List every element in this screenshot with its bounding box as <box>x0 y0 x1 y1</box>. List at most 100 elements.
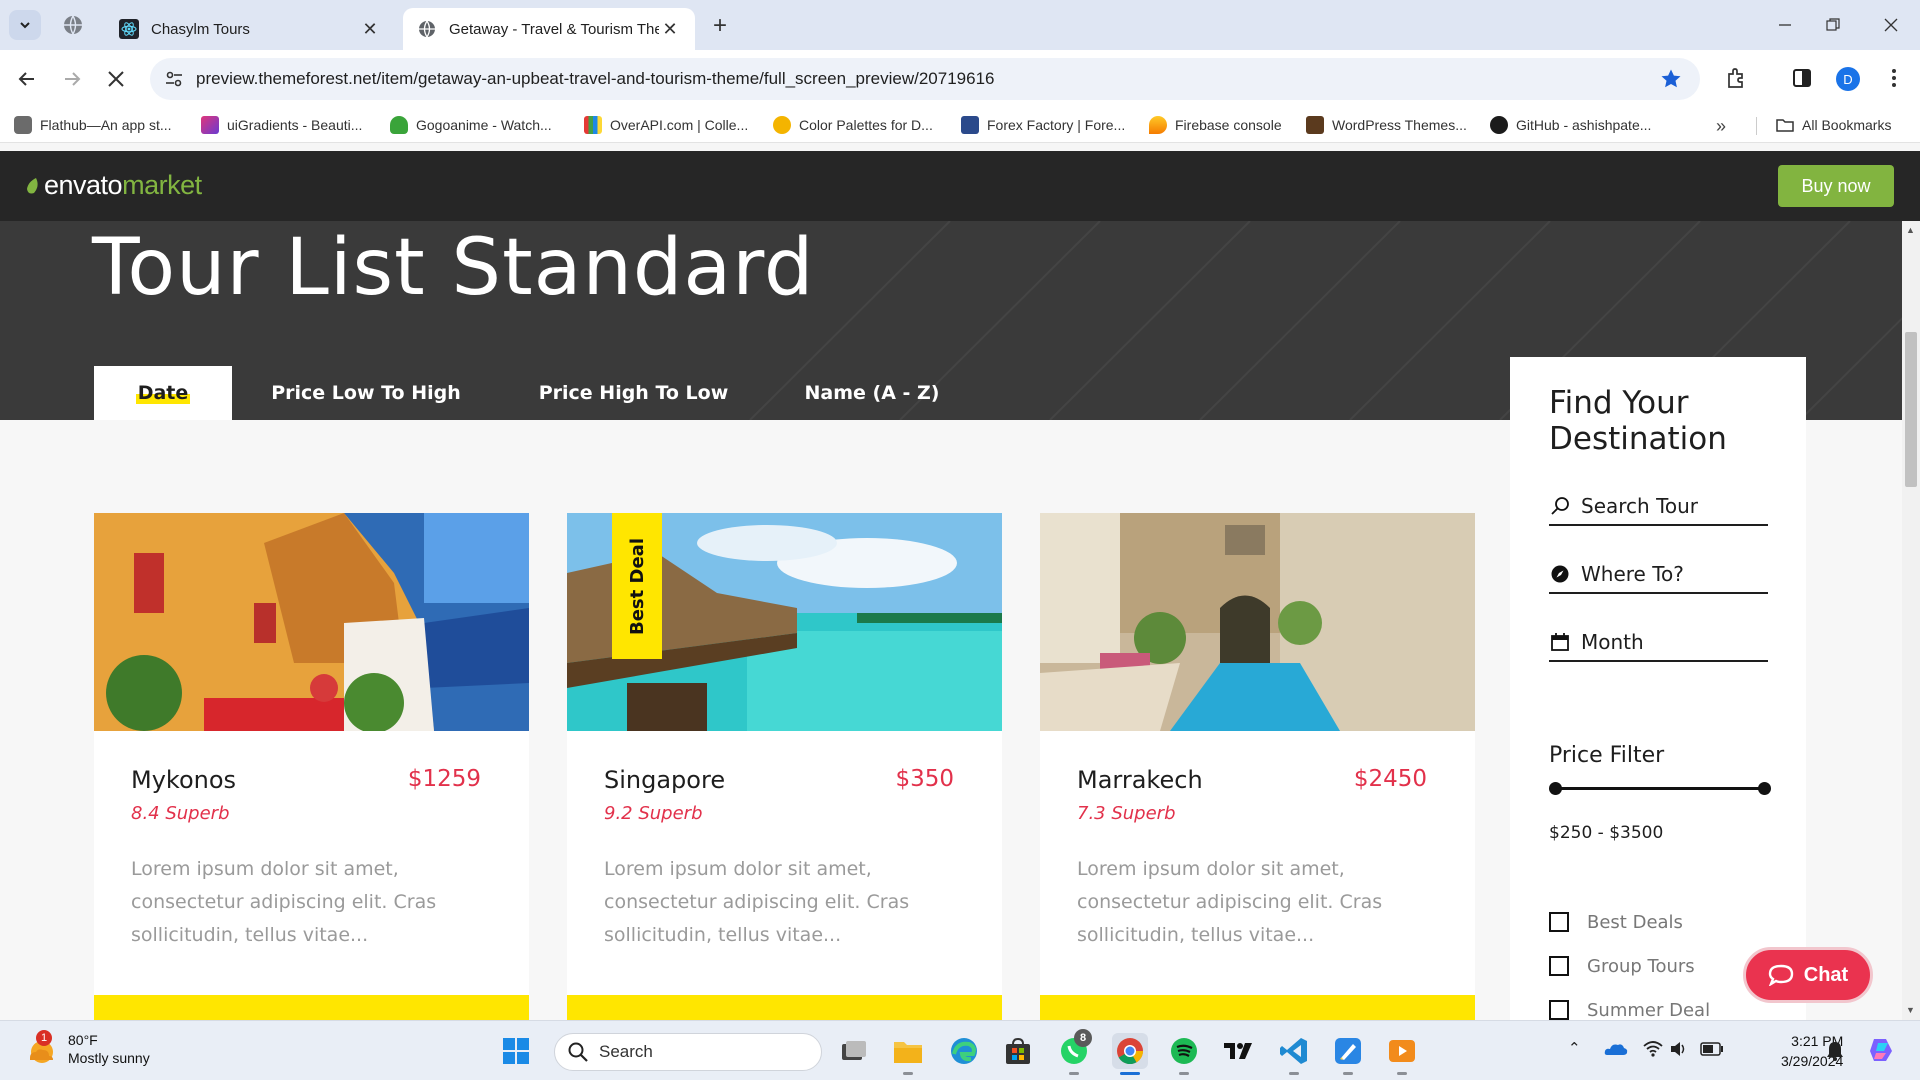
spotify-app[interactable] <box>1168 1035 1200 1067</box>
calendar-icon <box>1549 631 1571 653</box>
arrow-right-icon <box>65 72 81 86</box>
windows-start-button[interactable] <box>500 1035 532 1067</box>
weather-sun-icon: 1 <box>24 1030 58 1066</box>
tour-image-mykonos[interactable] <box>94 513 529 731</box>
bookmark-uigradients[interactable]: uiGradients - Beauti... <box>201 114 362 136</box>
bookmark-overapi[interactable]: OverAPI.com | Colle... <box>584 114 748 136</box>
tour-name[interactable]: Marrakech <box>1077 766 1203 794</box>
tour-card[interactable]: Mykonos $1259 8.4 Superb Lorem ipsum dol… <box>94 513 529 1020</box>
site-settings-icon[interactable] <box>162 67 186 91</box>
tab-title: Chasylm Tours <box>151 20 250 38</box>
tour-card-footer[interactable] <box>1040 995 1475 1020</box>
tour-card-footer[interactable] <box>94 995 529 1020</box>
chat-button[interactable]: Chat <box>1743 947 1873 1003</box>
tour-name[interactable]: Singapore <box>604 766 725 794</box>
tour-card[interactable]: Best Deal Singapore $350 9.2 Superb Lore… <box>567 513 1002 1020</box>
paint-app[interactable] <box>1332 1035 1364 1067</box>
month-input[interactable]: Month <box>1549 624 1768 662</box>
tab-sort-date[interactable]: Date <box>94 366 232 420</box>
scroll-up-arrow-icon[interactable]: ▲ <box>1906 225 1915 235</box>
page-scrollbar[interactable]: ▲ ▼ <box>1902 221 1920 1020</box>
restore-button[interactable] <box>1808 10 1858 40</box>
media-player-icon <box>1389 1040 1415 1062</box>
filter-group-tours[interactable]: Group Tours <box>1549 954 1695 978</box>
slider-min-handle[interactable] <box>1549 782 1562 795</box>
edge-app[interactable] <box>948 1035 980 1067</box>
search-tour-input[interactable]: Search Tour <box>1549 488 1768 526</box>
checkbox[interactable] <box>1549 1000 1569 1020</box>
volume-icon[interactable] <box>1670 1041 1688 1057</box>
more-menu-icon[interactable] <box>1880 64 1908 92</box>
bookmark-firebase[interactable]: Firebase console <box>1149 114 1282 136</box>
tab-sort-price-high-low[interactable]: Price High To Low <box>500 366 767 420</box>
tour-card[interactable]: Marrakech $2450 7.3 Superb Lorem ipsum d… <box>1040 513 1475 1020</box>
all-bookmarks-button[interactable]: All Bookmarks <box>1776 114 1891 136</box>
task-view-button[interactable] <box>838 1035 870 1067</box>
close-window-button[interactable] <box>1866 10 1916 40</box>
taskbar-search[interactable]: Search <box>554 1033 822 1071</box>
arrow-left-icon <box>18 72 34 86</box>
price-range-slider[interactable] <box>1549 781 1771 797</box>
close-tab-icon[interactable]: ✕ <box>659 18 681 40</box>
bookmark-github[interactable]: GitHub - ashishpate... <box>1490 114 1651 136</box>
tab-search-button[interactable] <box>9 10 41 40</box>
new-tab-button[interactable]: + <box>706 12 734 40</box>
show-hidden-icons-icon[interactable]: ⌃ <box>1568 1039 1581 1057</box>
tab-title: Getaway - Travel & Tourism The <box>449 20 659 38</box>
checkbox[interactable] <box>1549 912 1569 932</box>
globe-icon[interactable] <box>62 14 84 36</box>
tab-getaway[interactable]: Getaway - Travel & Tourism The ✕ <box>403 8 695 50</box>
whatsapp-app[interactable]: 8 <box>1058 1029 1092 1067</box>
filter-summer-deal[interactable]: Summer Deal <box>1549 998 1710 1020</box>
vscode-app[interactable] <box>1278 1035 1310 1067</box>
weather-widget[interactable]: 1 80°F Mostly sunny <box>24 1030 150 1067</box>
checkbox[interactable] <box>1549 956 1569 976</box>
file-explorer-app[interactable] <box>892 1035 924 1067</box>
tab-sort-name[interactable]: Name (A - Z) <box>767 366 977 420</box>
filter-best-deals[interactable]: Best Deals <box>1549 910 1683 934</box>
tour-image-marrakech[interactable] <box>1040 513 1475 731</box>
tour-card-footer[interactable] <box>567 995 1002 1020</box>
back-button[interactable] <box>10 62 44 96</box>
bookmark-star-icon[interactable] <box>1656 64 1686 94</box>
side-panel-icon[interactable] <box>1788 64 1816 92</box>
ms-store-app[interactable] <box>1002 1035 1034 1067</box>
bookmark-wordpress-themes[interactable]: WordPress Themes... <box>1306 114 1467 136</box>
url-text[interactable]: preview.themeforest.net/item/getaway-an-… <box>196 69 1656 89</box>
chrome-app[interactable] <box>1112 1033 1148 1069</box>
tour-name[interactable]: Mykonos <box>131 766 236 794</box>
scroll-down-arrow-icon[interactable]: ▼ <box>1906 1005 1915 1015</box>
bookmark-gogoanime[interactable]: Gogoanime - Watch... <box>390 114 552 136</box>
bookmark-label: uiGradients - Beauti... <box>227 117 363 133</box>
wifi-icon[interactable] <box>1643 1040 1663 1058</box>
tab-sort-price-low-high[interactable]: Price Low To High <box>232 366 500 420</box>
stop-loading-button[interactable] <box>99 62 133 96</box>
themeforest-icon <box>1306 116 1324 134</box>
tour-description: Lorem ipsum dolor sit amet, consectetur … <box>1077 858 1383 946</box>
envato-market-logo[interactable]: envato market <box>26 170 202 201</box>
close-tab-icon[interactable]: ✕ <box>359 18 381 40</box>
media-player-app[interactable] <box>1386 1035 1418 1067</box>
profile-avatar[interactable]: D <box>1836 67 1860 91</box>
where-to-input[interactable]: Where To? <box>1549 556 1768 594</box>
copilot-icon[interactable] <box>1866 1035 1896 1065</box>
bookmark-forex-factory[interactable]: Forex Factory | Fore... <box>961 114 1125 136</box>
minimize-button[interactable] <box>1760 10 1810 40</box>
chat-bubble-icon <box>1768 964 1793 986</box>
slider-max-handle[interactable] <box>1758 782 1771 795</box>
buy-now-button[interactable]: Buy now <box>1778 165 1894 207</box>
scrollbar-thumb[interactable] <box>1905 332 1917 487</box>
address-bar[interactable]: preview.themeforest.net/item/getaway-an-… <box>150 58 1700 100</box>
onedrive-icon[interactable] <box>1604 1041 1628 1057</box>
forward-button[interactable] <box>55 62 89 96</box>
tour-price: $350 <box>895 766 954 792</box>
notification-bell-icon[interactable] <box>1826 1041 1844 1061</box>
bookmark-flathub[interactable]: Flathub—An app st... <box>14 114 172 136</box>
store-icon <box>1006 1037 1030 1064</box>
bookmarks-overflow-icon[interactable]: » <box>1716 116 1726 137</box>
extensions-icon[interactable] <box>1722 64 1750 92</box>
bookmark-color-palettes[interactable]: Color Palettes for D... <box>773 114 933 136</box>
tab-chasylm-tours[interactable]: Chasylm Tours ✕ <box>105 8 395 50</box>
tradingview-app[interactable] <box>1222 1035 1254 1067</box>
battery-icon[interactable] <box>1700 1042 1724 1056</box>
